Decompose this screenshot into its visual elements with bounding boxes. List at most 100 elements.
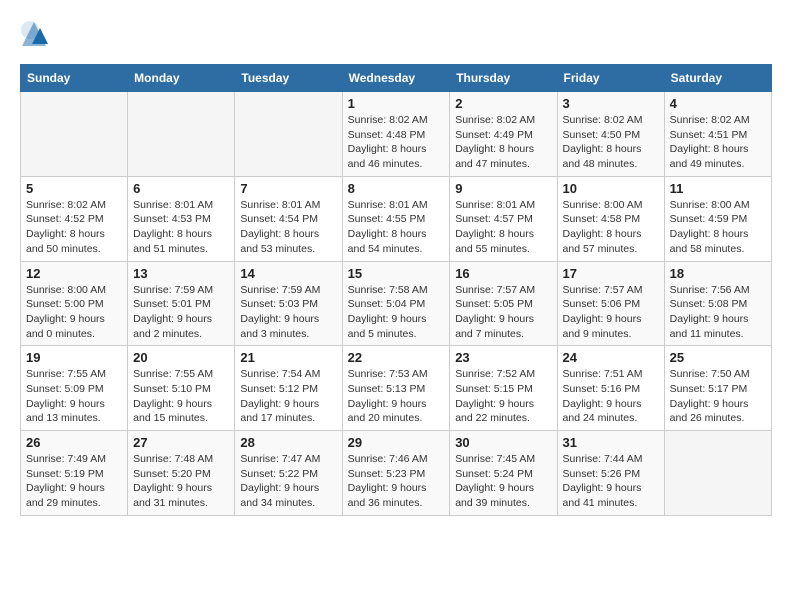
calendar-cell: 30 Sunrise: 7:45 AMSunset: 5:24 PMDayligh… — [450, 431, 557, 516]
calendar-cell: 24 Sunrise: 7:51 AMSunset: 5:16 PMDayligh… — [557, 346, 664, 431]
day-info: Sunrise: 8:00 AMSunset: 4:58 PMDaylight:… — [563, 198, 659, 257]
logo — [20, 20, 52, 48]
day-info: Sunrise: 7:51 AMSunset: 5:16 PMDaylight:… — [563, 367, 659, 426]
day-info: Sunrise: 8:00 AMSunset: 5:00 PMDaylight:… — [26, 283, 122, 342]
day-number: 23 — [455, 350, 551, 365]
day-number: 26 — [26, 435, 122, 450]
calendar-cell: 5 Sunrise: 8:02 AMSunset: 4:52 PMDaylight… — [21, 176, 128, 261]
calendar-cell: 28 Sunrise: 7:47 AMSunset: 5:22 PMDayligh… — [235, 431, 342, 516]
day-number: 28 — [240, 435, 336, 450]
weekday-header-saturday: Saturday — [664, 65, 771, 92]
day-info: Sunrise: 7:59 AMSunset: 5:03 PMDaylight:… — [240, 283, 336, 342]
day-info: Sunrise: 8:02 AMSunset: 4:49 PMDaylight:… — [455, 113, 551, 172]
day-info: Sunrise: 7:50 AMSunset: 5:17 PMDaylight:… — [670, 367, 766, 426]
day-number: 2 — [455, 96, 551, 111]
day-info: Sunrise: 8:02 AMSunset: 4:50 PMDaylight:… — [563, 113, 659, 172]
calendar-cell: 19 Sunrise: 7:55 AMSunset: 5:09 PMDayligh… — [21, 346, 128, 431]
calendar-cell: 3 Sunrise: 8:02 AMSunset: 4:50 PMDaylight… — [557, 92, 664, 177]
day-info: Sunrise: 7:49 AMSunset: 5:19 PMDaylight:… — [26, 452, 122, 511]
day-number: 17 — [563, 266, 659, 281]
calendar-cell: 18 Sunrise: 7:56 AMSunset: 5:08 PMDayligh… — [664, 261, 771, 346]
calendar-week-row: 26 Sunrise: 7:49 AMSunset: 5:19 PMDayligh… — [21, 431, 772, 516]
calendar-cell: 9 Sunrise: 8:01 AMSunset: 4:57 PMDaylight… — [450, 176, 557, 261]
calendar-cell: 8 Sunrise: 8:01 AMSunset: 4:55 PMDaylight… — [342, 176, 450, 261]
day-info: Sunrise: 7:46 AMSunset: 5:23 PMDaylight:… — [348, 452, 445, 511]
day-info: Sunrise: 8:00 AMSunset: 4:59 PMDaylight:… — [670, 198, 766, 257]
calendar-cell: 26 Sunrise: 7:49 AMSunset: 5:19 PMDayligh… — [21, 431, 128, 516]
day-info: Sunrise: 7:53 AMSunset: 5:13 PMDaylight:… — [348, 367, 445, 426]
weekday-header-wednesday: Wednesday — [342, 65, 450, 92]
calendar-cell: 17 Sunrise: 7:57 AMSunset: 5:06 PMDayligh… — [557, 261, 664, 346]
day-number: 5 — [26, 181, 122, 196]
calendar-cell: 29 Sunrise: 7:46 AMSunset: 5:23 PMDayligh… — [342, 431, 450, 516]
calendar-cell: 1Sunrise: 8:02 AMSunset: 4:48 PMDaylight… — [342, 92, 450, 177]
day-number: 13 — [133, 266, 229, 281]
calendar-week-row: 12 Sunrise: 8:00 AMSunset: 5:00 PMDayligh… — [21, 261, 772, 346]
day-number: 22 — [348, 350, 445, 365]
day-info: Sunrise: 8:02 AMSunset: 4:52 PMDaylight:… — [26, 198, 122, 257]
day-number: 16 — [455, 266, 551, 281]
day-info: Sunrise: 7:47 AMSunset: 5:22 PMDaylight:… — [240, 452, 336, 511]
calendar-week-row: 19 Sunrise: 7:55 AMSunset: 5:09 PMDayligh… — [21, 346, 772, 431]
day-info: Sunrise: 7:59 AMSunset: 5:01 PMDaylight:… — [133, 283, 229, 342]
day-number: 14 — [240, 266, 336, 281]
day-number: 31 — [563, 435, 659, 450]
day-info: Sunrise: 8:01 AMSunset: 4:55 PMDaylight:… — [348, 198, 445, 257]
day-number: 30 — [455, 435, 551, 450]
day-info: Sunrise: 8:02 AMSunset: 4:48 PMDaylight:… — [348, 113, 445, 172]
calendar-cell: 11 Sunrise: 8:00 AMSunset: 4:59 PMDayligh… — [664, 176, 771, 261]
day-info: Sunrise: 8:01 AMSunset: 4:54 PMDaylight:… — [240, 198, 336, 257]
day-number: 8 — [348, 181, 445, 196]
weekday-header-sunday: Sunday — [21, 65, 128, 92]
calendar-cell: 25 Sunrise: 7:50 AMSunset: 5:17 PMDayligh… — [664, 346, 771, 431]
day-number: 18 — [670, 266, 766, 281]
day-number: 12 — [26, 266, 122, 281]
calendar-cell: 23 Sunrise: 7:52 AMSunset: 5:15 PMDayligh… — [450, 346, 557, 431]
day-info: Sunrise: 7:45 AMSunset: 5:24 PMDaylight:… — [455, 452, 551, 511]
weekday-header-tuesday: Tuesday — [235, 65, 342, 92]
day-number: 25 — [670, 350, 766, 365]
day-number: 4 — [670, 96, 766, 111]
weekday-header-friday: Friday — [557, 65, 664, 92]
calendar-cell — [21, 92, 128, 177]
day-number: 15 — [348, 266, 445, 281]
day-number: 29 — [348, 435, 445, 450]
day-number: 27 — [133, 435, 229, 450]
day-info: Sunrise: 7:44 AMSunset: 5:26 PMDaylight:… — [563, 452, 659, 511]
calendar-cell: 27Sunrise: 7:48 AMSunset: 5:20 PMDayligh… — [128, 431, 235, 516]
calendar-cell: 31 Sunrise: 7:44 AMSunset: 5:26 PMDayligh… — [557, 431, 664, 516]
day-info: Sunrise: 7:57 AMSunset: 5:06 PMDaylight:… — [563, 283, 659, 342]
calendar-cell — [128, 92, 235, 177]
calendar-table: SundayMondayTuesdayWednesdayThursdayFrid… — [20, 64, 772, 516]
calendar-header-row: SundayMondayTuesdayWednesdayThursdayFrid… — [21, 65, 772, 92]
calendar-week-row: 5 Sunrise: 8:02 AMSunset: 4:52 PMDaylight… — [21, 176, 772, 261]
day-number: 24 — [563, 350, 659, 365]
day-number: 3 — [563, 96, 659, 111]
day-info: Sunrise: 7:56 AMSunset: 5:08 PMDaylight:… — [670, 283, 766, 342]
calendar-cell: 20Sunrise: 7:55 AMSunset: 5:10 PMDayligh… — [128, 346, 235, 431]
day-info: Sunrise: 8:01 AMSunset: 4:57 PMDaylight:… — [455, 198, 551, 257]
calendar-cell: 7Sunrise: 8:01 AMSunset: 4:54 PMDaylight… — [235, 176, 342, 261]
calendar-week-row: 1Sunrise: 8:02 AMSunset: 4:48 PMDaylight… — [21, 92, 772, 177]
calendar-cell: 12 Sunrise: 8:00 AMSunset: 5:00 PMDayligh… — [21, 261, 128, 346]
weekday-header-thursday: Thursday — [450, 65, 557, 92]
calendar-cell: 2 Sunrise: 8:02 AMSunset: 4:49 PMDaylight… — [450, 92, 557, 177]
day-number: 10 — [563, 181, 659, 196]
calendar-cell: 16 Sunrise: 7:57 AMSunset: 5:05 PMDayligh… — [450, 261, 557, 346]
calendar-cell: 15 Sunrise: 7:58 AMSunset: 5:04 PMDayligh… — [342, 261, 450, 346]
day-info: Sunrise: 7:55 AMSunset: 5:09 PMDaylight:… — [26, 367, 122, 426]
day-number: 9 — [455, 181, 551, 196]
day-info: Sunrise: 7:57 AMSunset: 5:05 PMDaylight:… — [455, 283, 551, 342]
page-header — [20, 20, 772, 48]
calendar-cell: 4Sunrise: 8:02 AMSunset: 4:51 PMDaylight… — [664, 92, 771, 177]
day-number: 6 — [133, 181, 229, 196]
day-info: Sunrise: 7:58 AMSunset: 5:04 PMDaylight:… — [348, 283, 445, 342]
day-number: 11 — [670, 181, 766, 196]
calendar-cell: 14 Sunrise: 7:59 AMSunset: 5:03 PMDayligh… — [235, 261, 342, 346]
day-number: 19 — [26, 350, 122, 365]
day-info: Sunrise: 8:01 AMSunset: 4:53 PMDaylight:… — [133, 198, 229, 257]
day-info: Sunrise: 7:55 AMSunset: 5:10 PMDaylight:… — [133, 367, 229, 426]
day-info: Sunrise: 7:52 AMSunset: 5:15 PMDaylight:… — [455, 367, 551, 426]
calendar-cell: 22 Sunrise: 7:53 AMSunset: 5:13 PMDayligh… — [342, 346, 450, 431]
calendar-cell: 13 Sunrise: 7:59 AMSunset: 5:01 PMDayligh… — [128, 261, 235, 346]
